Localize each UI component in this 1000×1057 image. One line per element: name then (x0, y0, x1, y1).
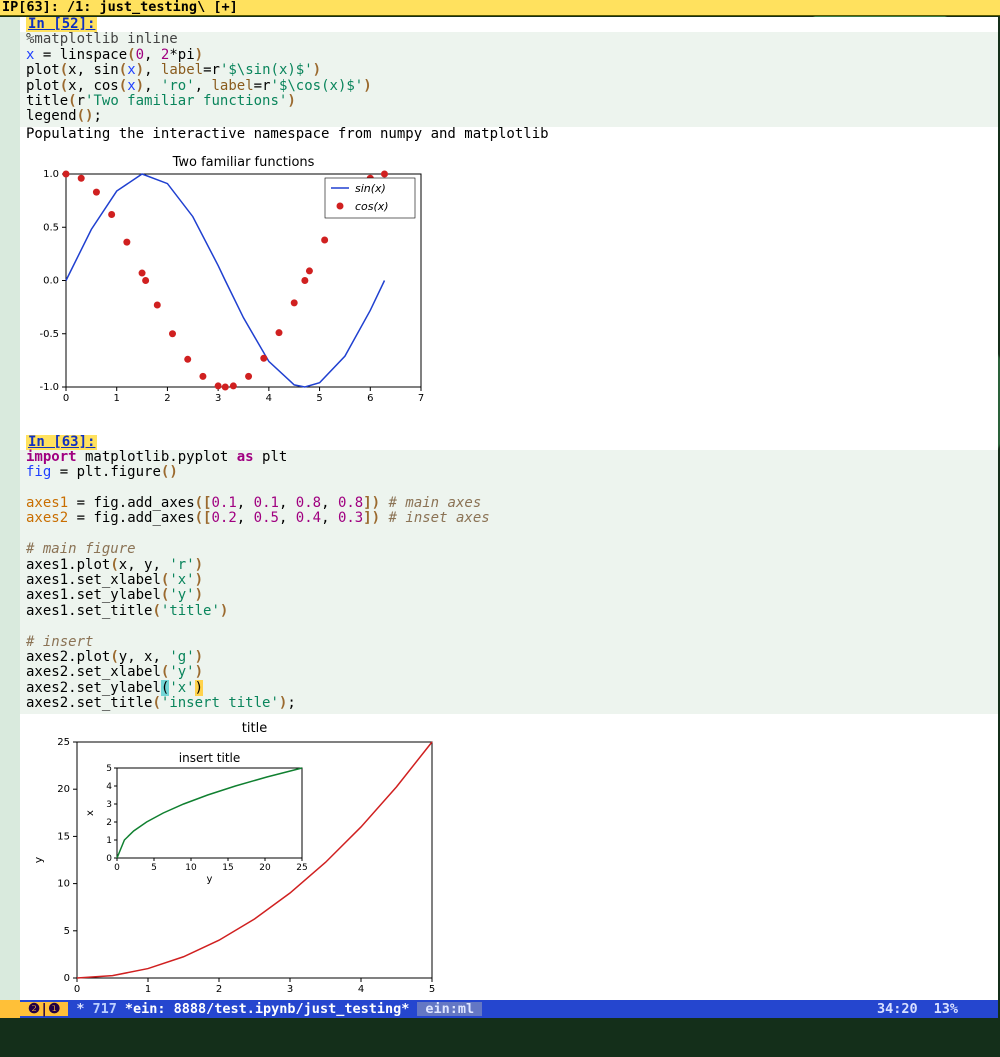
svg-text:4: 4 (266, 393, 272, 404)
modeline-left-cap (0, 1000, 20, 1018)
cell-1-code-pre: %matplotlib inline x = linspace(0, 2*pi)… (20, 32, 998, 126)
svg-text:0: 0 (106, 854, 112, 864)
plot-two-familiar-functions: Two familiar functions 0 1 2 3 4 5 6 7 -1.0 -0.5 0.… (26, 152, 426, 412)
svg-text:1: 1 (114, 393, 120, 404)
svg-text:-1.0: -1.0 (39, 382, 59, 393)
cell-1-code[interactable]: %matplotlib inline x = linspace(0, 2*pi)… (20, 32, 998, 126)
svg-text:6: 6 (367, 393, 373, 404)
svg-text:Two familiar functions: Two familiar functions (172, 155, 315, 170)
svg-text:2: 2 (106, 818, 112, 828)
svg-text:0: 0 (64, 973, 70, 984)
svg-text:5: 5 (429, 984, 435, 995)
modeline-number: 717 (92, 1002, 116, 1017)
svg-text:7: 7 (418, 393, 424, 404)
cell-1-stdout: Populating the interactive namespace fro… (20, 127, 998, 142)
cell-1-prompt: In [52]: (26, 17, 97, 32)
modeline-percent: 13% (926, 1002, 966, 1017)
svg-text:x: x (85, 810, 96, 816)
svg-text:5: 5 (64, 925, 70, 936)
svg-text:4: 4 (358, 984, 364, 995)
svg-text:1: 1 (106, 836, 112, 846)
svg-text:5: 5 (106, 764, 112, 774)
svg-text:4: 4 (106, 782, 112, 792)
svg-text:cos(x): cos(x) (355, 200, 389, 213)
svg-text:y: y (207, 874, 213, 885)
svg-text:0: 0 (74, 984, 80, 995)
svg-text:1.0: 1.0 (43, 169, 59, 180)
svg-text:-0.5: -0.5 (39, 329, 59, 340)
svg-text:1: 1 (145, 984, 151, 995)
svg-text:20: 20 (57, 784, 70, 795)
svg-text:5: 5 (316, 393, 322, 404)
modeline-position: 34:20 (869, 1002, 926, 1017)
svg-text:10: 10 (185, 863, 197, 873)
modeline-buffer-name[interactable]: *ein: 8888/test.ipynb/just_testing* (117, 1002, 417, 1017)
cell-1-header-row: In [52]: (20, 17, 998, 32)
svg-text:25: 25 (57, 737, 70, 748)
plot-main-with-inset: title0123450510152025xyinsert title05101… (22, 720, 452, 1004)
svg-text:sin(x): sin(x) (355, 182, 386, 195)
cell-2-code-pre: import matplotlib.pyplot as plt fig = pl… (20, 450, 998, 714)
svg-text:3: 3 (106, 800, 112, 810)
emacs-frame: IP[63]: /1: just_testing\ [+] In [52]: %… (0, 0, 1000, 1057)
svg-text:10: 10 (57, 878, 70, 889)
mode-line[interactable]: ❷|❶ * 717 *ein: 8888/test.ipynb/just_tes… (20, 1000, 998, 1018)
svg-text:3: 3 (287, 984, 293, 995)
svg-text:0.0: 0.0 (43, 276, 59, 287)
spacer (20, 421, 998, 435)
modeline-workspace-icons[interactable]: ❷|❶ (20, 1002, 68, 1017)
modeline-minor-mode[interactable]: ein:ml (417, 1002, 482, 1017)
svg-text:3: 3 (215, 393, 221, 404)
svg-text:y: y (32, 856, 45, 863)
buffer-area[interactable]: In [52]: %matplotlib inline x = linspace… (20, 17, 998, 1000)
modeline-modified: * (68, 1002, 92, 1017)
svg-text:2: 2 (164, 393, 170, 404)
svg-text:20: 20 (259, 863, 271, 873)
svg-text:insert title: insert title (179, 751, 241, 765)
tab-bar[interactable]: IP[63]: /1: just_testing\ [+] (0, 0, 1000, 16)
cell-2-code[interactable]: import matplotlib.pyplot as plt fig = pl… (20, 450, 998, 714)
svg-text:5: 5 (151, 863, 157, 873)
svg-text:15: 15 (222, 863, 233, 873)
minibuffer-area[interactable] (0, 1018, 1000, 1057)
svg-text:title: title (242, 721, 267, 736)
cell-2-plot: title0123450510152025xyinsert title05101… (20, 714, 998, 1012)
svg-text:2: 2 (216, 984, 222, 995)
cell-2-header-row: In [63]: (20, 435, 998, 450)
svg-text:0: 0 (63, 393, 69, 404)
svg-text:25: 25 (296, 863, 307, 873)
cell-2-prompt: In [63]: (26, 435, 97, 450)
svg-text:0: 0 (114, 863, 120, 873)
svg-text:15: 15 (57, 831, 70, 842)
fringe (0, 17, 20, 1000)
tab-title[interactable]: IP[63]: /1: just_testing\ [+] (2, 0, 238, 15)
cell-1-plot: Two familiar functions 0 1 2 3 4 5 6 7 -1.0 -0.5 0.… (20, 142, 998, 420)
svg-text:0.5: 0.5 (43, 222, 59, 233)
